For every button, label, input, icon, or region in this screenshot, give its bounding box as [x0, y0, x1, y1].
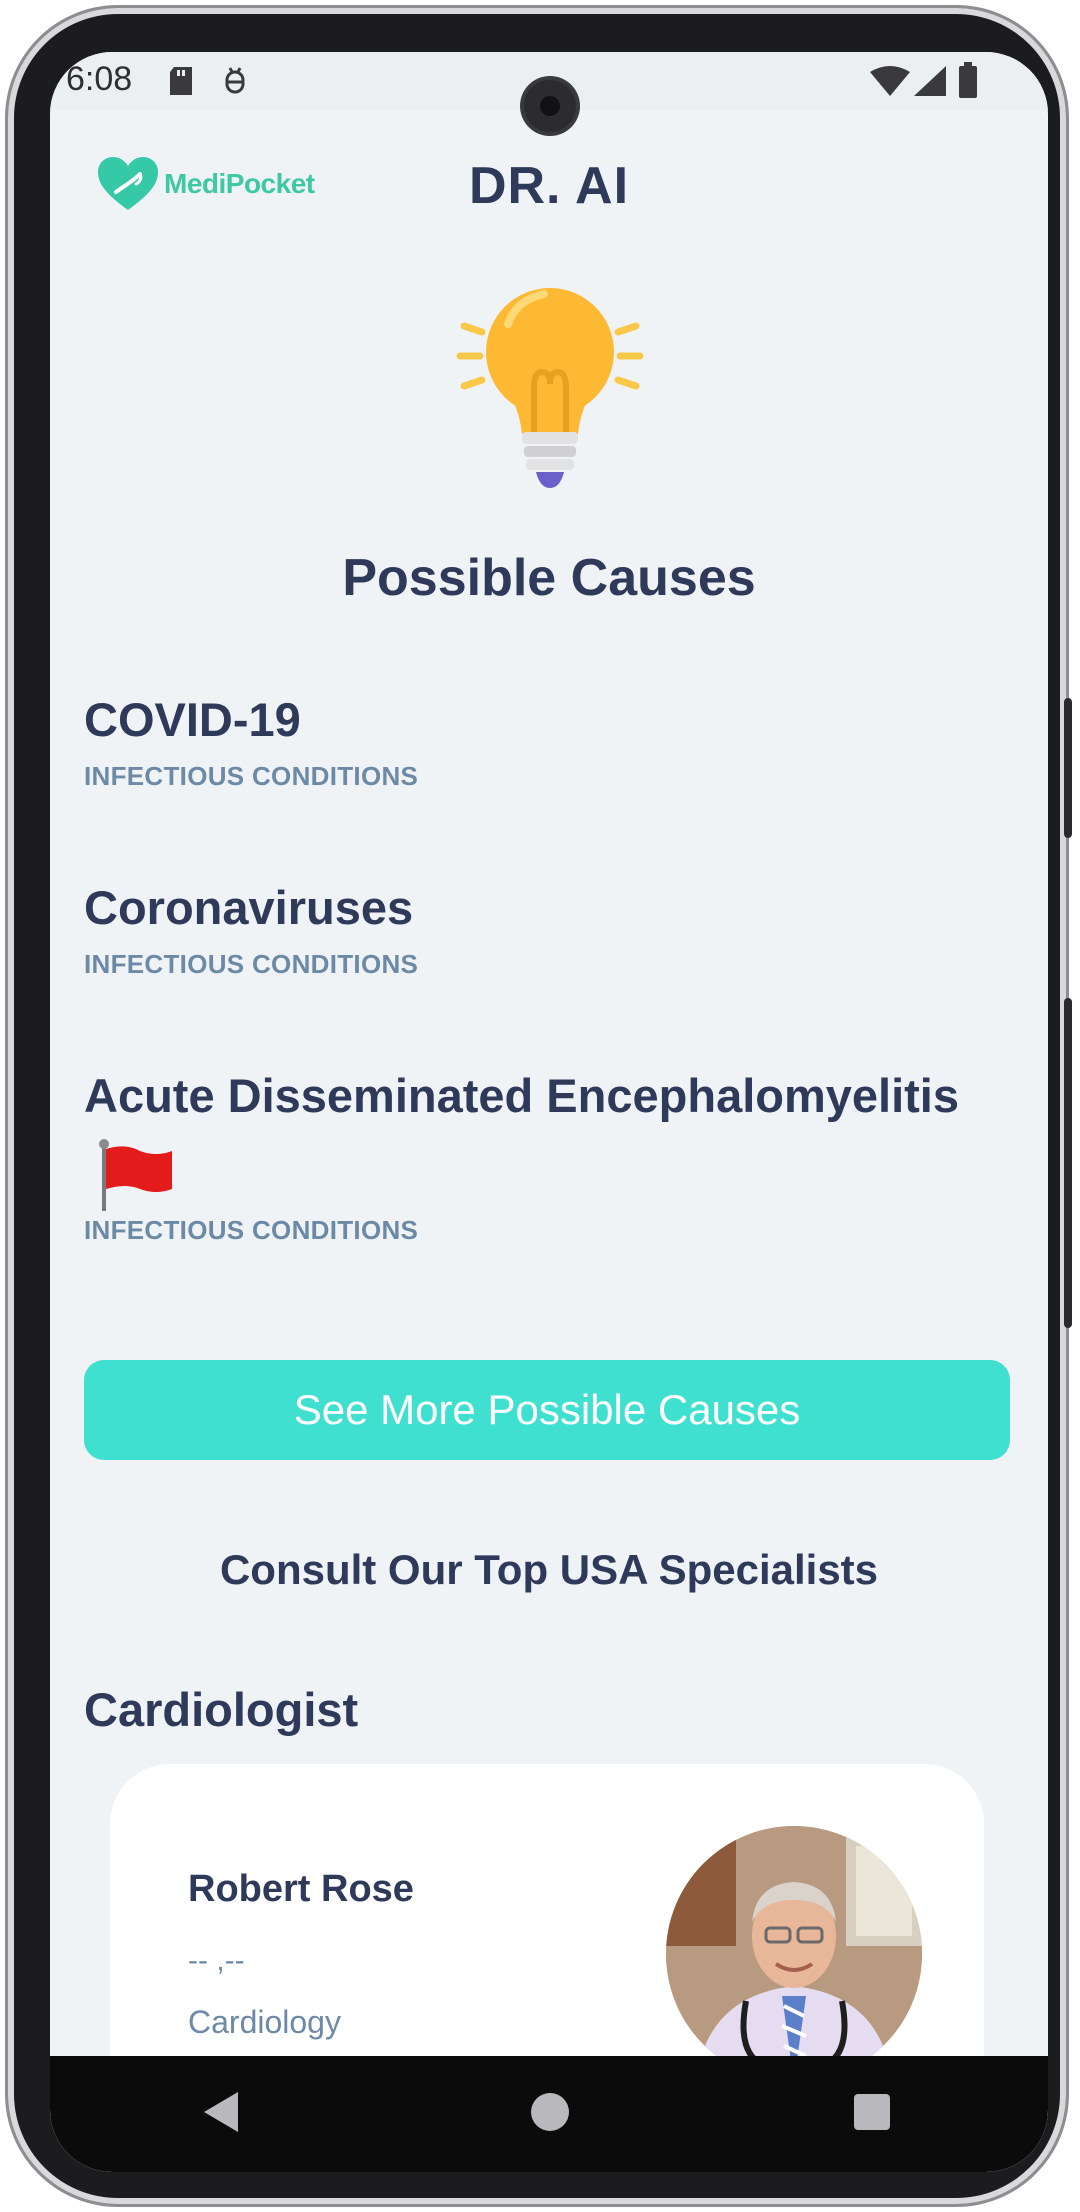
power-button [1064, 698, 1072, 838]
cause-item[interactable]: Acute Disseminated Encephalomyelitis INF… [84, 1068, 959, 1246]
debug-icon [220, 66, 250, 103]
status-time: 6:08 [66, 60, 133, 98]
section-title: Possible Causes [342, 549, 756, 607]
home-icon[interactable] [530, 2090, 570, 2139]
recents-icon[interactable] [852, 2090, 892, 2139]
wifi-icon [870, 66, 910, 101]
cause-name: Acute Disseminated Encephalomyelitis [84, 1069, 960, 1122]
screen: 6:08 MediPocket DR. AI Possible Causes C… [50, 52, 1048, 2172]
cause-item[interactable]: COVID-19 INFECTIOUS CONDITIONS [84, 692, 418, 792]
see-more-causes-button[interactable]: See More Possible Causes [84, 1360, 1010, 1460]
battery-icon [958, 62, 978, 103]
front-camera [524, 80, 576, 132]
cause-category: INFECTIOUS CONDITIONS [84, 1215, 419, 1245]
signal-icon [914, 66, 946, 101]
navigation-bar [50, 2056, 1048, 2172]
doctor-name: Robert Rose [188, 1868, 414, 1910]
lightbulb-icon [450, 284, 650, 499]
cause-item[interactable]: Coronaviruses INFECTIOUS CONDITIONS [84, 880, 418, 980]
doctor-department: Cardiology [188, 2004, 341, 2040]
phone-frame: 6:08 MediPocket DR. AI Possible Causes C… [8, 8, 1072, 2204]
doctor-avatar [666, 1826, 922, 2082]
page-title: DR. AI [468, 157, 630, 215]
cause-category: INFECTIOUS CONDITIONS [84, 761, 419, 791]
specialty-heading: Cardiologist [84, 1683, 359, 1736]
doctor-rating: -- ,-- [188, 1944, 245, 1977]
sd-card-icon [168, 66, 194, 101]
red-flag-icon [96, 1139, 959, 1213]
consult-title: Consult Our Top USA Specialists [219, 1546, 879, 1593]
volume-button [1064, 998, 1072, 1328]
cause-category: INFECTIOUS CONDITIONS [84, 949, 419, 979]
back-icon[interactable] [202, 2090, 242, 2139]
cause-name: Coronaviruses [84, 881, 414, 934]
cause-name: COVID-19 [84, 693, 301, 746]
